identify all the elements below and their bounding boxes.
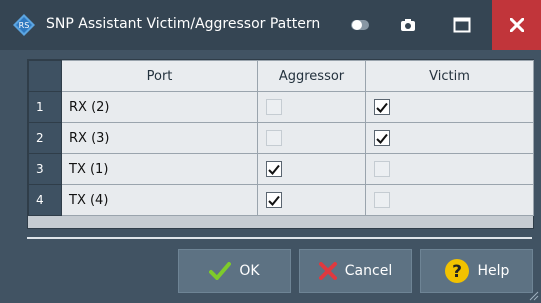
table-row: 1 RX (2): [28, 91, 534, 123]
maximize-icon: [453, 17, 471, 33]
aggressor-cell: [257, 153, 366, 185]
table-corner: [28, 60, 62, 92]
port-cell: TX (4): [61, 184, 258, 216]
table-row: 4 TX (4): [28, 184, 534, 216]
table-header-row: Port Aggressor Victim: [28, 60, 534, 92]
dialog-window: RS SNP Assistant Victim/Aggressor Patter…: [0, 0, 541, 303]
help-button[interactable]: ? Help: [420, 249, 533, 293]
aggressor-cell: [257, 91, 366, 123]
toggle-button[interactable]: [338, 0, 382, 50]
cancel-label: Cancel: [344, 263, 393, 279]
camera-icon: [401, 19, 415, 31]
aggressor-checkbox[interactable]: [266, 192, 282, 208]
victim-checkbox[interactable]: [374, 161, 390, 177]
table-row: 2 RX (3): [28, 122, 534, 154]
toggle-icon: [351, 20, 369, 30]
victim-cell: [365, 122, 534, 154]
row-number: 3: [28, 153, 62, 185]
victim-checkbox[interactable]: [374, 192, 390, 208]
svg-text:RS: RS: [19, 21, 30, 30]
checkmark-icon: [376, 102, 388, 113]
row-number: 1: [28, 91, 62, 123]
footer-divider: [27, 237, 532, 239]
cancel-button[interactable]: Cancel: [299, 249, 412, 293]
ok-button[interactable]: OK: [178, 249, 291, 293]
victim-cell: [365, 153, 534, 185]
close-button[interactable]: [492, 0, 541, 50]
victim-cell: [365, 184, 534, 216]
port-cell: RX (2): [61, 91, 258, 123]
screenshot-button[interactable]: [386, 0, 430, 50]
column-header-port[interactable]: Port: [61, 60, 258, 92]
checkmark-icon: [209, 262, 232, 280]
column-header-aggressor[interactable]: Aggressor: [257, 60, 366, 92]
aggressor-checkbox[interactable]: [266, 99, 282, 115]
port-cell: RX (3): [61, 122, 258, 154]
help-label: Help: [477, 263, 510, 279]
aggressor-cell: [257, 122, 366, 154]
maximize-button[interactable]: [440, 0, 484, 50]
victim-checkbox[interactable]: [374, 130, 390, 146]
checkmark-icon: [268, 164, 280, 175]
port-cell: TX (1): [61, 153, 258, 185]
rohde-schwarz-logo-icon: RS: [13, 14, 35, 36]
svg-text:?: ?: [452, 262, 462, 282]
window-title: SNP Assistant Victim/Aggressor Pattern: [46, 16, 321, 32]
row-number: 2: [28, 122, 62, 154]
column-header-victim[interactable]: Victim: [365, 60, 534, 92]
table-row: 3 TX (1): [28, 153, 534, 185]
checkmark-icon: [268, 195, 280, 206]
close-icon: [509, 18, 524, 32]
checkmark-icon: [376, 133, 388, 144]
aggressor-checkbox[interactable]: [266, 130, 282, 146]
row-number: 4: [28, 184, 62, 216]
question-icon: ?: [444, 259, 469, 283]
victim-cell: [365, 91, 534, 123]
victim-checkbox[interactable]: [374, 99, 390, 115]
x-icon: [318, 262, 337, 280]
title-bar[interactable]: RS SNP Assistant Victim/Aggressor Patter…: [0, 0, 541, 50]
aggressor-cell: [257, 184, 366, 216]
resize-grip-icon[interactable]: [529, 291, 539, 301]
ok-label: OK: [239, 263, 260, 279]
victim-aggressor-table: Port Aggressor Victim 1 RX (2) 2 RX (3) …: [27, 59, 534, 229]
aggressor-checkbox[interactable]: [266, 161, 282, 177]
